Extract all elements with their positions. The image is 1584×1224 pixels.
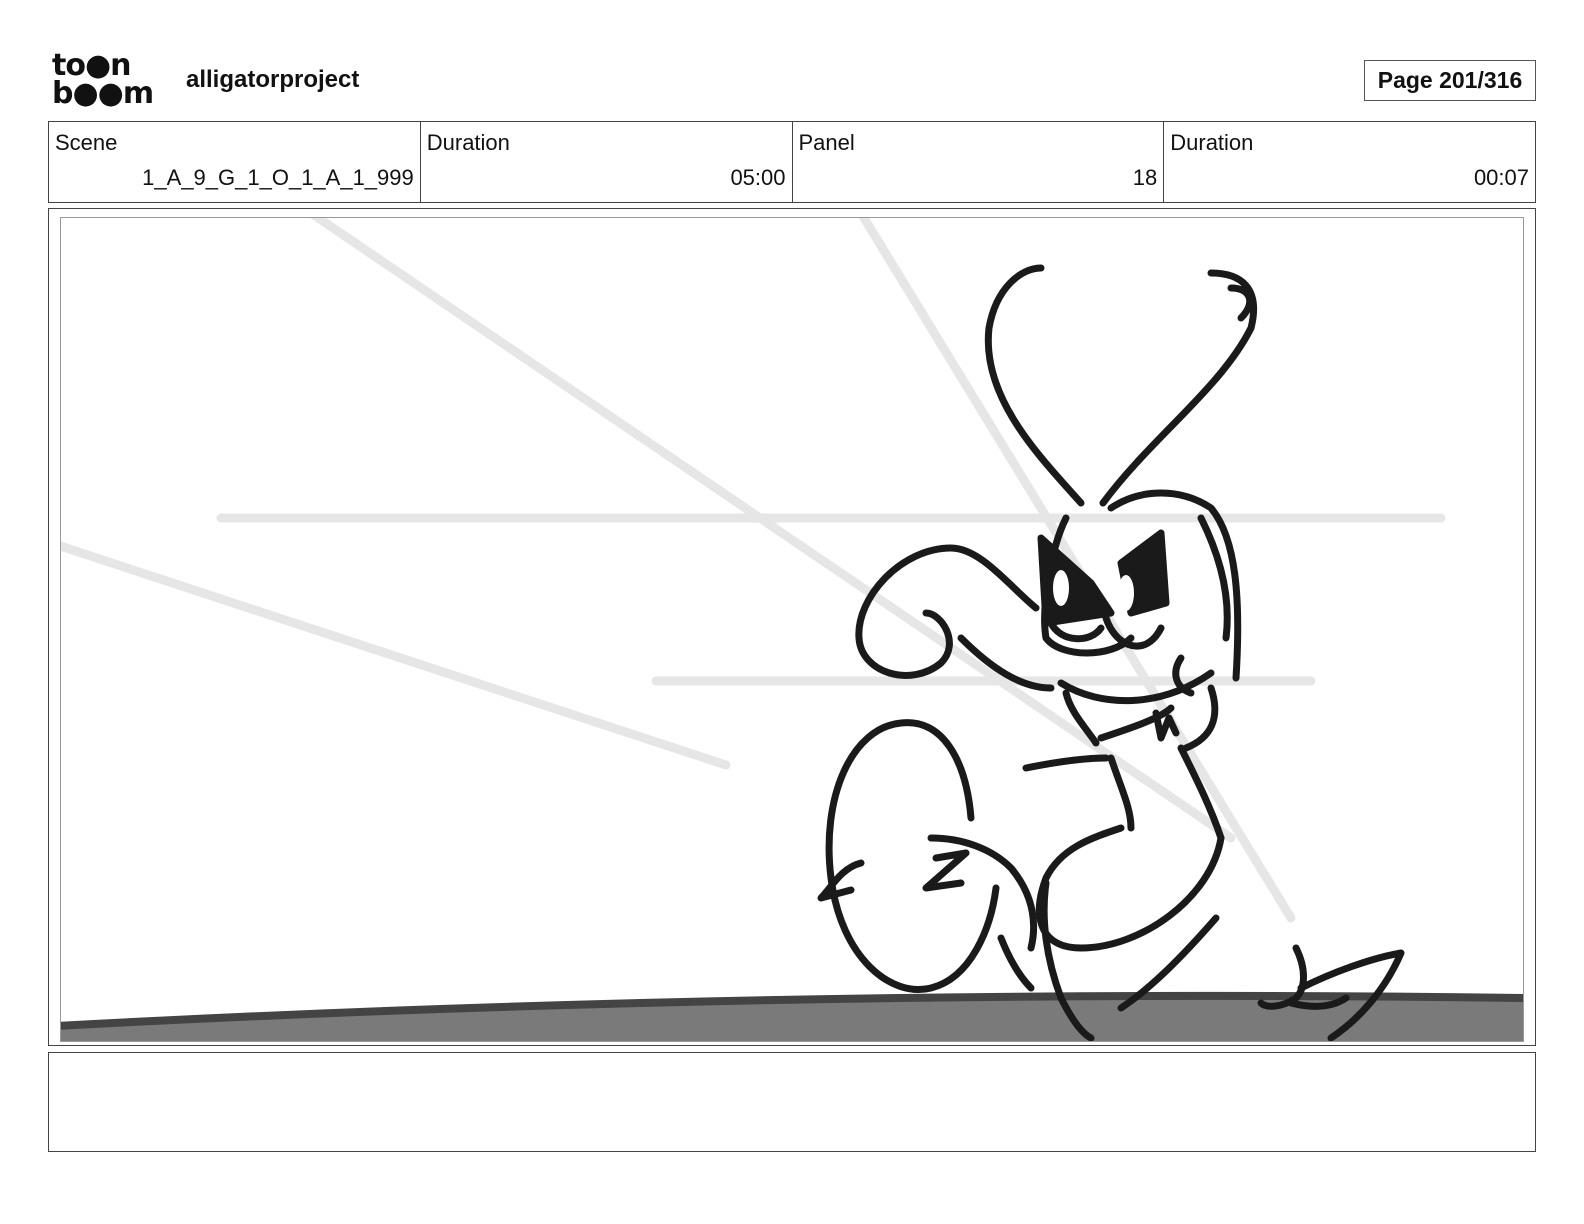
scene-duration-label: Duration: [426, 130, 510, 155]
panel-duration-label: Duration: [1170, 130, 1254, 155]
panel-label: Panel: [798, 130, 855, 155]
logo-line-2: b●●m: [52, 76, 154, 111]
alligator-sketch: [817, 264, 1405, 1041]
panel-duration-cell: Duration 00:07: [1164, 122, 1535, 202]
panel-value: 18: [1132, 165, 1158, 190]
scene-info-table: Scene 1_A_9_G_1_O_1_A_1_999 Duration 05:…: [48, 121, 1536, 203]
scene-value: 1_A_9_G_1_O_1_A_1_999: [142, 165, 414, 190]
page-number: Page 201/316: [1364, 60, 1536, 101]
panel-cell: Panel 18: [793, 122, 1165, 202]
storyboard-sketch: [61, 218, 1523, 1041]
scene-label: Scene: [55, 130, 118, 155]
panel-image: [60, 217, 1524, 1042]
panel-duration-value: 00:07: [1473, 165, 1529, 190]
scene-duration-value: 05:00: [730, 165, 786, 190]
panel-notes: [48, 1052, 1536, 1152]
project-name: alligatorproject: [186, 66, 360, 93]
toonboom-logo: to●n b●●m: [52, 51, 164, 112]
page-number-label: Page 201/316: [1377, 67, 1523, 93]
scene-duration-cell: Duration 05:00: [421, 122, 793, 202]
scene-cell: Scene 1_A_9_G_1_O_1_A_1_999: [49, 122, 421, 202]
